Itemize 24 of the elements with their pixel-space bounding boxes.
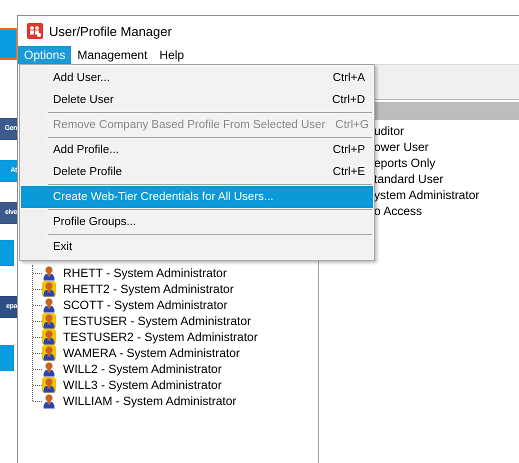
profile-item[interactable]: eports Only (374, 155, 519, 171)
user-item[interactable]: WILLIAM - System Administrator (63, 394, 236, 408)
menu-item[interactable]: Delete User Ctrl+D (21, 89, 373, 111)
menu-item[interactable]: Add User... Ctrl+A (21, 67, 373, 89)
user-item[interactable]: WILL2 - System Administrator (63, 362, 222, 376)
user-item[interactable]: TESTUSER2 - System Administrator (63, 330, 258, 344)
window-title: User/Profile Manager (49, 24, 172, 38)
menu-bar-item[interactable]: Management (71, 46, 154, 64)
menu-item[interactable]: Profile Groups... (21, 211, 373, 233)
menu-item[interactable]: Delete Profile Ctrl+E (21, 161, 373, 183)
profile-item[interactable]: uditor (374, 123, 519, 139)
user-item[interactable]: TESTUSER - System Administrator (63, 314, 252, 328)
menu-item[interactable]: Add Profile... Ctrl+P (21, 139, 373, 161)
user-item[interactable]: RHETT2 - System Administrator (63, 282, 234, 296)
menu-item[interactable]: Exit (21, 236, 373, 258)
user-item[interactable]: WAMERA - System Administrator (63, 346, 240, 360)
profile-item[interactable]: ower User (374, 139, 519, 155)
user-item[interactable]: RHETT - System Administrator (63, 266, 227, 280)
menu-bar-item[interactable]: Help (153, 46, 190, 64)
user-item[interactable]: WILL3 - System Administrator (63, 378, 222, 392)
profile-item[interactable]: tandard User (374, 171, 519, 187)
user-item[interactable]: SCOTT - System Administrator (63, 298, 228, 312)
profile-item[interactable]: ystem Administrator (374, 187, 519, 203)
app-icon (27, 23, 43, 39)
